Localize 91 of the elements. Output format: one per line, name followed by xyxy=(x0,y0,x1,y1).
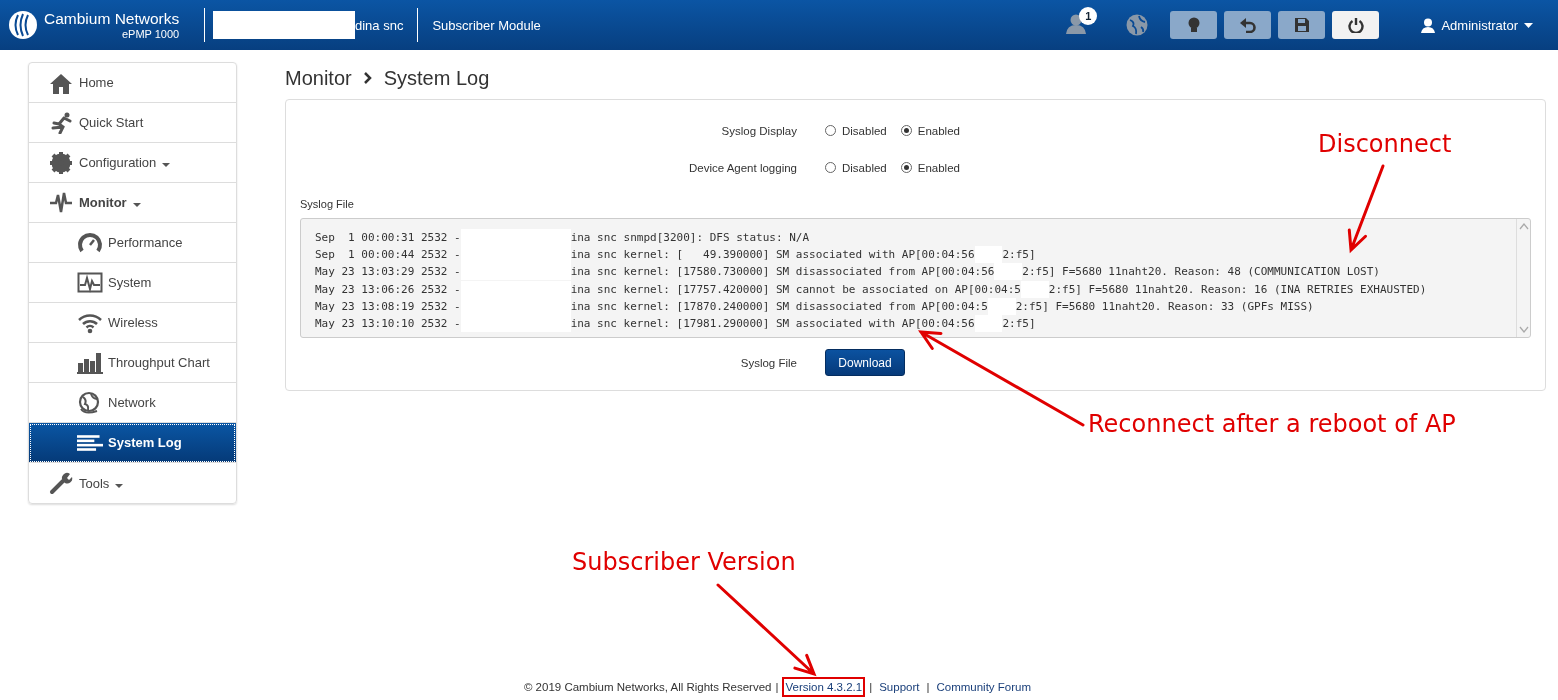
undo-icon xyxy=(1239,17,1256,33)
log-text: May 23 13:03:29 2532 - xyxy=(315,264,461,281)
log-text: ina snc kernel: [17870.240000] SM disassociated from AP[00:04:5 xyxy=(570,298,988,315)
caret-icon xyxy=(162,163,171,167)
log-text: 2:f5] xyxy=(1002,316,1036,332)
log-text: Sep 1 00:00:31 2532 - xyxy=(315,230,461,246)
footer-link[interactable]: Version 4.3.2.1 xyxy=(782,677,866,697)
download-button[interactable]: Download xyxy=(825,349,905,376)
radio-button[interactable] xyxy=(825,162,836,173)
separator: | xyxy=(775,681,779,693)
sidebar-item[interactable]: Quick Start xyxy=(29,103,236,143)
sidebar-item[interactable]: Throughput Chart xyxy=(29,343,236,383)
sidebar-item[interactable]: System xyxy=(29,263,236,303)
caret-icon xyxy=(115,483,124,488)
undo-button[interactable] xyxy=(1224,11,1272,39)
log-text: 2:f5] xyxy=(1002,247,1036,264)
log-text: ina snc kernel: [17580.730000] SM disassociated from AP[00:04:56 xyxy=(570,264,995,281)
log-text: 2:f5] F=5680 11naht20. Reason: 16 (INA RETRIES EXHAUSTED) xyxy=(1048,281,1427,298)
sidebar-item[interactable]: Wireless xyxy=(29,303,236,343)
lightbulb-icon xyxy=(1186,17,1201,33)
lightbulb-button[interactable] xyxy=(1170,11,1218,39)
brand-name: Cambium Networks xyxy=(44,10,180,28)
annotation-text: Reconnect after a reboot of AP xyxy=(1088,410,1456,438)
annotation-text: Subscriber Version xyxy=(572,548,796,576)
page-title: System Log xyxy=(383,66,490,90)
copyright-text: © 2019 Cambium Networks, All Rights Reserved xyxy=(523,681,772,693)
monitor-icon xyxy=(77,271,103,294)
radio-button[interactable] xyxy=(900,162,912,173)
sidebar-item[interactable]: Monitor xyxy=(29,183,236,223)
sidebar-item[interactable]: Home xyxy=(29,63,236,103)
save-button[interactable] xyxy=(1278,11,1326,39)
footer-link[interactable]: Community Forum xyxy=(933,677,1035,697)
radio-label: Disabled xyxy=(842,124,887,137)
breadcrumb-link[interactable]: Monitor xyxy=(285,66,352,90)
radio-option[interactable]: Enabled xyxy=(900,161,960,174)
log-text: Sep 1 00:00:44 2532 - xyxy=(315,247,461,264)
log-text: May 23 13:06:26 2532 - xyxy=(315,281,461,298)
home-icon xyxy=(49,71,73,94)
setting-label: Syslog Display xyxy=(720,124,797,137)
log-textarea[interactable] xyxy=(300,218,1531,338)
annotation-text: Disconnect xyxy=(1318,130,1452,158)
power-button[interactable] xyxy=(1332,11,1380,39)
separator: | xyxy=(926,681,930,693)
log-text: ina snc kernel: [17981.290000] SM associated with AP[00:04:56 xyxy=(570,316,975,332)
site-name: dina snc xyxy=(355,17,404,33)
radio-label: Disabled xyxy=(842,161,887,174)
separator: | xyxy=(869,681,873,693)
bar-chart-icon xyxy=(77,351,103,374)
radio-option[interactable]: Disabled xyxy=(825,124,887,137)
radio-button[interactable] xyxy=(825,125,836,136)
logo-icon xyxy=(8,10,38,40)
field-label: Syslog File xyxy=(300,198,355,210)
field-label: Syslog File xyxy=(739,356,797,369)
user-icon xyxy=(1421,17,1436,33)
globe-icon xyxy=(1125,13,1150,37)
setting-label: Device Agent logging xyxy=(687,161,797,174)
sidebar-item[interactable]: System Log xyxy=(29,423,236,463)
wrench-icon xyxy=(49,471,73,495)
footer-link[interactable]: Support xyxy=(876,677,923,697)
user-icon xyxy=(1065,12,1088,35)
log-text: May 23 13:10:10 2532 - xyxy=(315,316,461,332)
log-text: 2:f5] F=5680 11naht20. Reason: 33 (GPFs MISS) xyxy=(1015,298,1314,315)
log-text: ina snc kernel: [17757.420000] SM cannot be associated on AP[00:04:5 xyxy=(570,281,1021,298)
gear-icon xyxy=(49,150,73,175)
model-name: ePMP 1000 xyxy=(121,28,180,40)
list-lines-icon xyxy=(77,432,103,453)
sidebar-item[interactable]: Configuration xyxy=(29,143,236,183)
sidebar-item[interactable]: Performance xyxy=(29,223,236,263)
user-menu[interactable]: Administrator xyxy=(1441,17,1518,33)
wifi-icon xyxy=(77,311,103,334)
notification-badge: 1 xyxy=(1079,6,1098,25)
save-icon xyxy=(1293,17,1310,33)
radio-button[interactable] xyxy=(900,125,912,136)
log-text: ina snc kernel: [ 49.390000] SM associated with AP[00:04:56 xyxy=(570,247,975,264)
runner-icon xyxy=(49,111,73,134)
radio-option[interactable]: Disabled xyxy=(825,161,887,174)
caret-icon xyxy=(1524,22,1533,28)
log-text: May 23 13:08:19 2532 - xyxy=(315,298,461,315)
device-type: Subscriber Module xyxy=(432,17,541,33)
scrollbar[interactable] xyxy=(1516,219,1530,337)
caret-icon xyxy=(132,203,141,207)
pulse-icon xyxy=(49,190,73,215)
chevron-icon xyxy=(363,72,372,84)
radio-option[interactable]: Enabled xyxy=(900,124,960,137)
radio-label: Enabled xyxy=(917,124,960,137)
gauge-icon xyxy=(77,230,103,255)
log-text: 2:f5] F=5680 11naht20. Reason: 48 (COMMUNICATION LOST) xyxy=(1022,264,1380,281)
radio-label: Enabled xyxy=(917,161,960,174)
log-text: ina snc snmpd[3200]: DFS status: N/A xyxy=(570,230,810,246)
sidebar-item[interactable]: Tools xyxy=(29,463,236,503)
power-icon xyxy=(1347,17,1364,33)
